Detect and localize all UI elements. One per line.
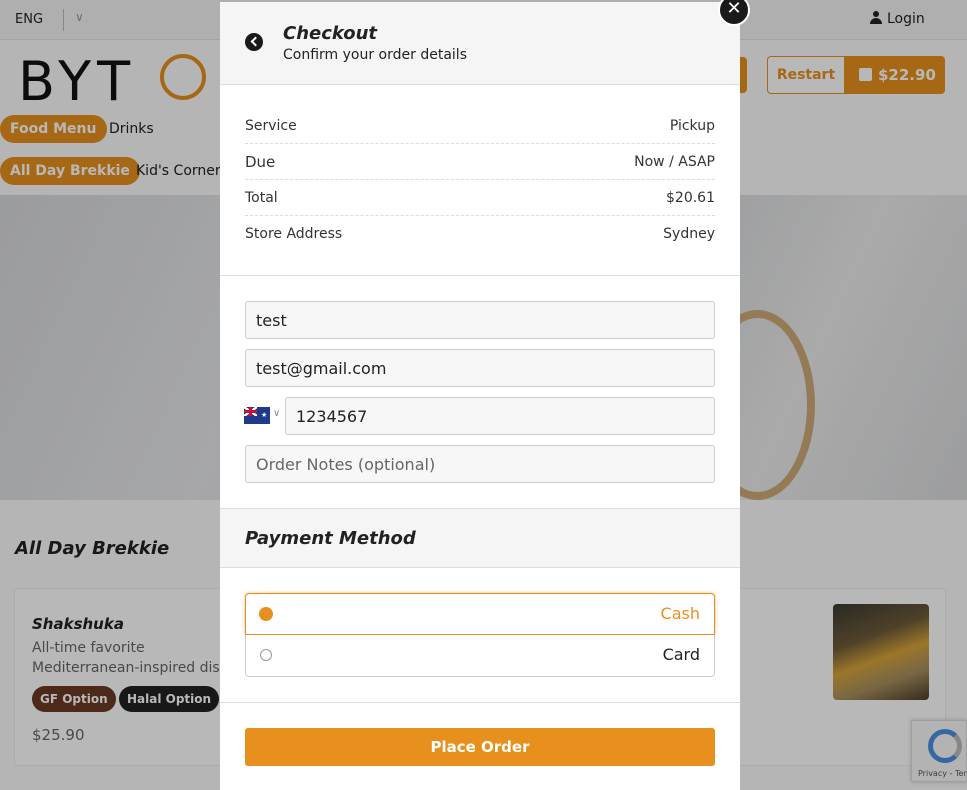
modal-header: Checkout Confirm your order details bbox=[220, 2, 740, 85]
summary-value: $20.61 bbox=[666, 190, 715, 206]
modal-title: Checkout bbox=[283, 23, 378, 44]
place-order-button[interactable]: Place Order bbox=[245, 728, 715, 766]
summary-label: Total bbox=[245, 190, 278, 206]
payment-method-title: Payment Method bbox=[245, 528, 416, 549]
payment-option-label: Cash bbox=[660, 604, 700, 623]
email-field[interactable] bbox=[245, 349, 715, 387]
payment-option-card[interactable]: Card bbox=[245, 635, 715, 677]
payment-option-cash[interactable]: Cash bbox=[245, 593, 715, 635]
divider bbox=[220, 702, 740, 703]
payment-option-label: Card bbox=[662, 645, 700, 664]
divider bbox=[220, 275, 740, 276]
summary-label: Store Address bbox=[245, 226, 343, 242]
summary-row: Store Address Sydney bbox=[245, 216, 715, 252]
summary-value: Now / ASAP bbox=[634, 154, 715, 170]
summary-row: Total $20.61 bbox=[245, 180, 715, 216]
checkout-modal: Checkout Confirm your order details Serv… bbox=[220, 2, 740, 790]
chevron-down-icon[interactable]: ∨ bbox=[273, 408, 280, 419]
back-arrow-icon[interactable] bbox=[245, 33, 263, 51]
australia-flag-icon[interactable]: ★ bbox=[244, 407, 270, 424]
summary-label: Due bbox=[245, 153, 276, 171]
summary-label: Service bbox=[245, 118, 297, 134]
order-notes-field[interactable] bbox=[245, 445, 715, 483]
summary-row: Service Pickup bbox=[245, 108, 715, 144]
radio-unselected-icon[interactable] bbox=[260, 649, 272, 661]
payment-method-header: Payment Method bbox=[220, 508, 740, 568]
phone-field[interactable] bbox=[285, 397, 715, 435]
summary-row: Due Now / ASAP bbox=[245, 144, 715, 180]
summary-value: Sydney bbox=[663, 226, 715, 242]
name-field[interactable] bbox=[245, 301, 715, 339]
order-summary: Service Pickup Due Now / ASAP Total $20.… bbox=[245, 108, 715, 252]
modal-subtitle: Confirm your order details bbox=[283, 47, 467, 63]
radio-selected-icon[interactable] bbox=[259, 607, 273, 621]
summary-value: Pickup bbox=[669, 118, 715, 134]
